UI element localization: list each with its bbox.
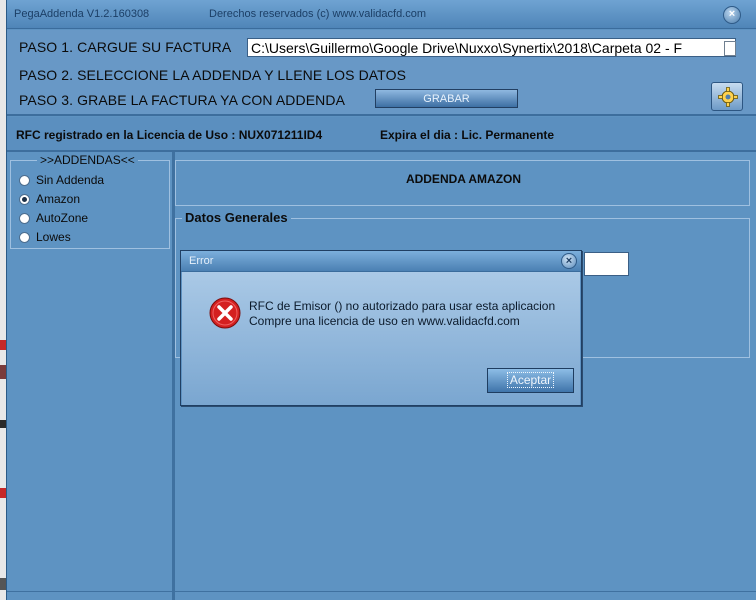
step3-label: PASO 3. GRABE LA FACTURA YA CON ADDENDA — [19, 92, 346, 108]
radio-button[interactable] — [19, 193, 30, 205]
invoice-path-input[interactable]: C:\Users\Guillermo\Google Drive\Nuxxo\Sy… — [247, 38, 736, 57]
radio-button[interactable] — [19, 212, 30, 224]
aceptar-button[interactable]: Aceptar — [487, 368, 574, 393]
addendas-group: >>ADDENDAS<< Sin Addenda Amazon AutoZone… — [10, 153, 170, 249]
radio-autozone[interactable]: AutoZone — [19, 209, 88, 227]
rfc-license-text: RFC registrado en la Licencia de Uso : N… — [16, 128, 323, 142]
datos-field[interactable] — [584, 252, 629, 276]
dialog-close-button[interactable]: × — [561, 253, 577, 269]
steps-panel: PASO 1. CARGUE SU FACTURA C:\Users\Guill… — [7, 30, 756, 116]
bottom-divider — [7, 591, 756, 592]
license-bar: RFC registrado en la Licencia de Uso : N… — [7, 117, 756, 152]
radio-button[interactable] — [19, 231, 30, 243]
step2-label: PASO 2. SELECCIONE LA ADDENDA Y LLENE LO… — [19, 67, 407, 83]
window-close-button[interactable]: × — [723, 6, 741, 24]
radio-lowes[interactable]: Lowes — [19, 228, 71, 246]
radio-label: AutoZone — [36, 211, 89, 225]
radio-label: Lowes — [36, 230, 71, 244]
aceptar-label: Aceptar — [506, 372, 555, 388]
datos-legend: Datos Generales — [182, 210, 291, 225]
addenda-title: ADDENDA AMAZON — [405, 172, 522, 186]
dialog-title-bar[interactable]: Error × — [181, 251, 581, 272]
radio-sin-addenda[interactable]: Sin Addenda — [19, 171, 104, 189]
error-message-line1: RFC de Emisor () no autorizado para usar… — [249, 299, 556, 313]
radio-button[interactable] — [19, 174, 30, 186]
gear-icon — [718, 87, 738, 107]
grabar-button[interactable]: GRABAR — [375, 89, 518, 108]
dialog-body: RFC de Emisor () no autorizado para usar… — [182, 272, 580, 405]
expiry-text: Expira el dia : Lic. Permanente — [380, 128, 555, 142]
rights-text: Derechos reservados (c) www.validacfd.co… — [209, 8, 427, 20]
radio-label: Amazon — [36, 192, 81, 206]
error-message-line2: Compre una licencia de uso en www.valida… — [249, 314, 520, 328]
radio-amazon[interactable]: Amazon — [19, 190, 80, 208]
app-title: PegaAddenda V1.2.160308 — [14, 8, 150, 20]
addenda-header-box: ADDENDA AMAZON — [175, 160, 750, 206]
title-bar[interactable]: PegaAddenda V1.2.160308 Derechos reserva… — [7, 0, 756, 29]
dialog-title: Error — [189, 255, 214, 267]
close-icon: × — [728, 8, 736, 20]
close-icon: × — [565, 255, 573, 267]
settings-button[interactable] — [711, 82, 743, 111]
radio-label: Sin Addenda — [36, 173, 105, 187]
addendas-legend: >>ADDENDAS<< — [37, 153, 138, 167]
document-icon — [724, 41, 736, 56]
step1-label: PASO 1. CARGUE SU FACTURA — [19, 39, 232, 55]
error-dialog: Error × RFC de Emisor () no autorizado p… — [180, 250, 582, 406]
error-icon — [209, 297, 241, 329]
